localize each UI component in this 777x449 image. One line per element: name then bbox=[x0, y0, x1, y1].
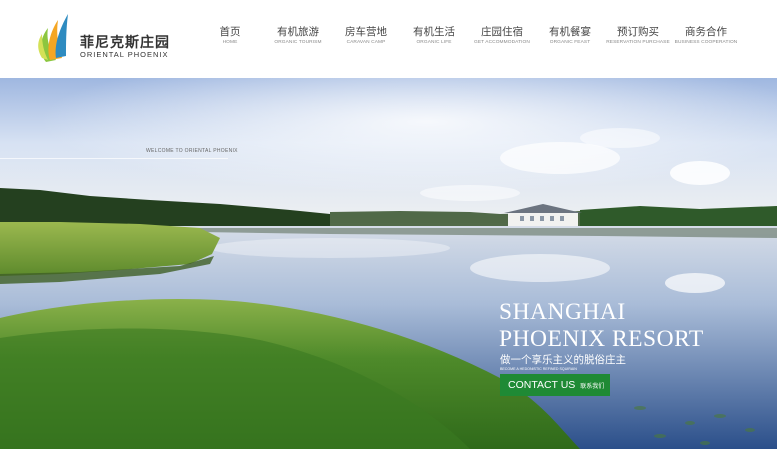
contact-label-cn: 联系我们 bbox=[580, 382, 605, 390]
nav-label-en: ORGANIC FEAST bbox=[549, 40, 591, 45]
nav-label-cn: 商务合作 bbox=[685, 26, 727, 38]
nav-label-cn: 有机餐宴 bbox=[549, 26, 591, 38]
nav-label-en: BUSINESS COOPERATION bbox=[674, 40, 738, 45]
resort-subtitle-cn: 做一个享乐主义的脱俗庄主 bbox=[500, 354, 626, 366]
site-header: 菲尼克斯庄园 ORIENTAL PHOENIX 首页 HOME 有机旅游 ORG… bbox=[0, 0, 777, 78]
nav-label-en: HOME bbox=[222, 40, 238, 45]
nav-item-organic-life[interactable]: 有机生活 ORGANIC LIFE bbox=[400, 26, 468, 56]
contact-us-button[interactable]: CONTACT US 联系我们 bbox=[500, 374, 610, 396]
main-nav: 首页 HOME 有机旅游 ORGANIC TOURISM 房车营地 CARAVA… bbox=[196, 26, 756, 56]
contact-label-en: CONTACT US bbox=[508, 379, 576, 391]
nav-label-cn: 房车营地 bbox=[345, 26, 387, 38]
nav-label-en: CARAVAN CAMP bbox=[346, 40, 386, 45]
nav-item-business[interactable]: 商务合作 BUSINESS COOPERATION bbox=[672, 26, 740, 56]
lake-landscape-image bbox=[0, 78, 777, 449]
page: 菲尼克斯庄园 ORIENTAL PHOENIX 首页 HOME 有机旅游 ORG… bbox=[0, 0, 777, 449]
resort-title: SHANGHAI PHOENIX RESORT bbox=[499, 299, 704, 353]
nav-item-home[interactable]: 首页 HOME bbox=[196, 26, 264, 56]
nav-item-organic-feast[interactable]: 有机餐宴 ORGANIC FEAST bbox=[536, 26, 604, 56]
welcome-text: WELCOME TO ORIENTAL PHOENIX bbox=[146, 148, 238, 154]
nav-item-caravan-camp[interactable]: 房车营地 CARAVAN CAMP bbox=[332, 26, 400, 56]
nav-item-reservation[interactable]: 预订购买 RESERVATION PURCHASE bbox=[604, 26, 672, 56]
nav-item-organic-tourism[interactable]: 有机旅游 ORGANIC TOURISM bbox=[264, 26, 332, 56]
logo-name-cn: 菲尼克斯庄园 bbox=[80, 35, 170, 51]
nav-label-en: GET ACCOMMODATION bbox=[474, 40, 530, 45]
resort-title-line2: PHOENIX RESORT bbox=[499, 326, 704, 352]
nav-label-cn: 有机旅游 bbox=[277, 26, 319, 38]
nav-label-en: ORGANIC LIFE bbox=[416, 40, 452, 45]
nav-label-cn: 首页 bbox=[219, 26, 241, 38]
logo-name-en: ORIENTAL PHOENIX bbox=[80, 50, 169, 59]
logo[interactable]: 菲尼克斯庄园 ORIENTAL PHOENIX bbox=[36, 8, 169, 66]
nav-label-cn: 庄园住宿 bbox=[481, 26, 523, 38]
nav-label-cn: 有机生活 bbox=[413, 26, 455, 38]
nav-label-en: ORGANIC TOURISM bbox=[274, 40, 322, 45]
phoenix-flame-logo-icon bbox=[38, 14, 68, 62]
welcome-divider bbox=[0, 158, 228, 159]
nav-label-cn: 预订购买 bbox=[617, 26, 659, 38]
hero-banner: WELCOME TO ORIENTAL PHOENIX SHANGHAI PHO… bbox=[0, 78, 777, 449]
nav-item-accommodation[interactable]: 庄园住宿 GET ACCOMMODATION bbox=[468, 26, 536, 56]
resort-title-line1: SHANGHAI bbox=[499, 299, 626, 325]
nav-label-en: RESERVATION PURCHASE bbox=[606, 40, 670, 45]
resort-subtitle-en: BECOME A HEDONISTIC REFINED SQUIRAIN bbox=[500, 367, 577, 371]
